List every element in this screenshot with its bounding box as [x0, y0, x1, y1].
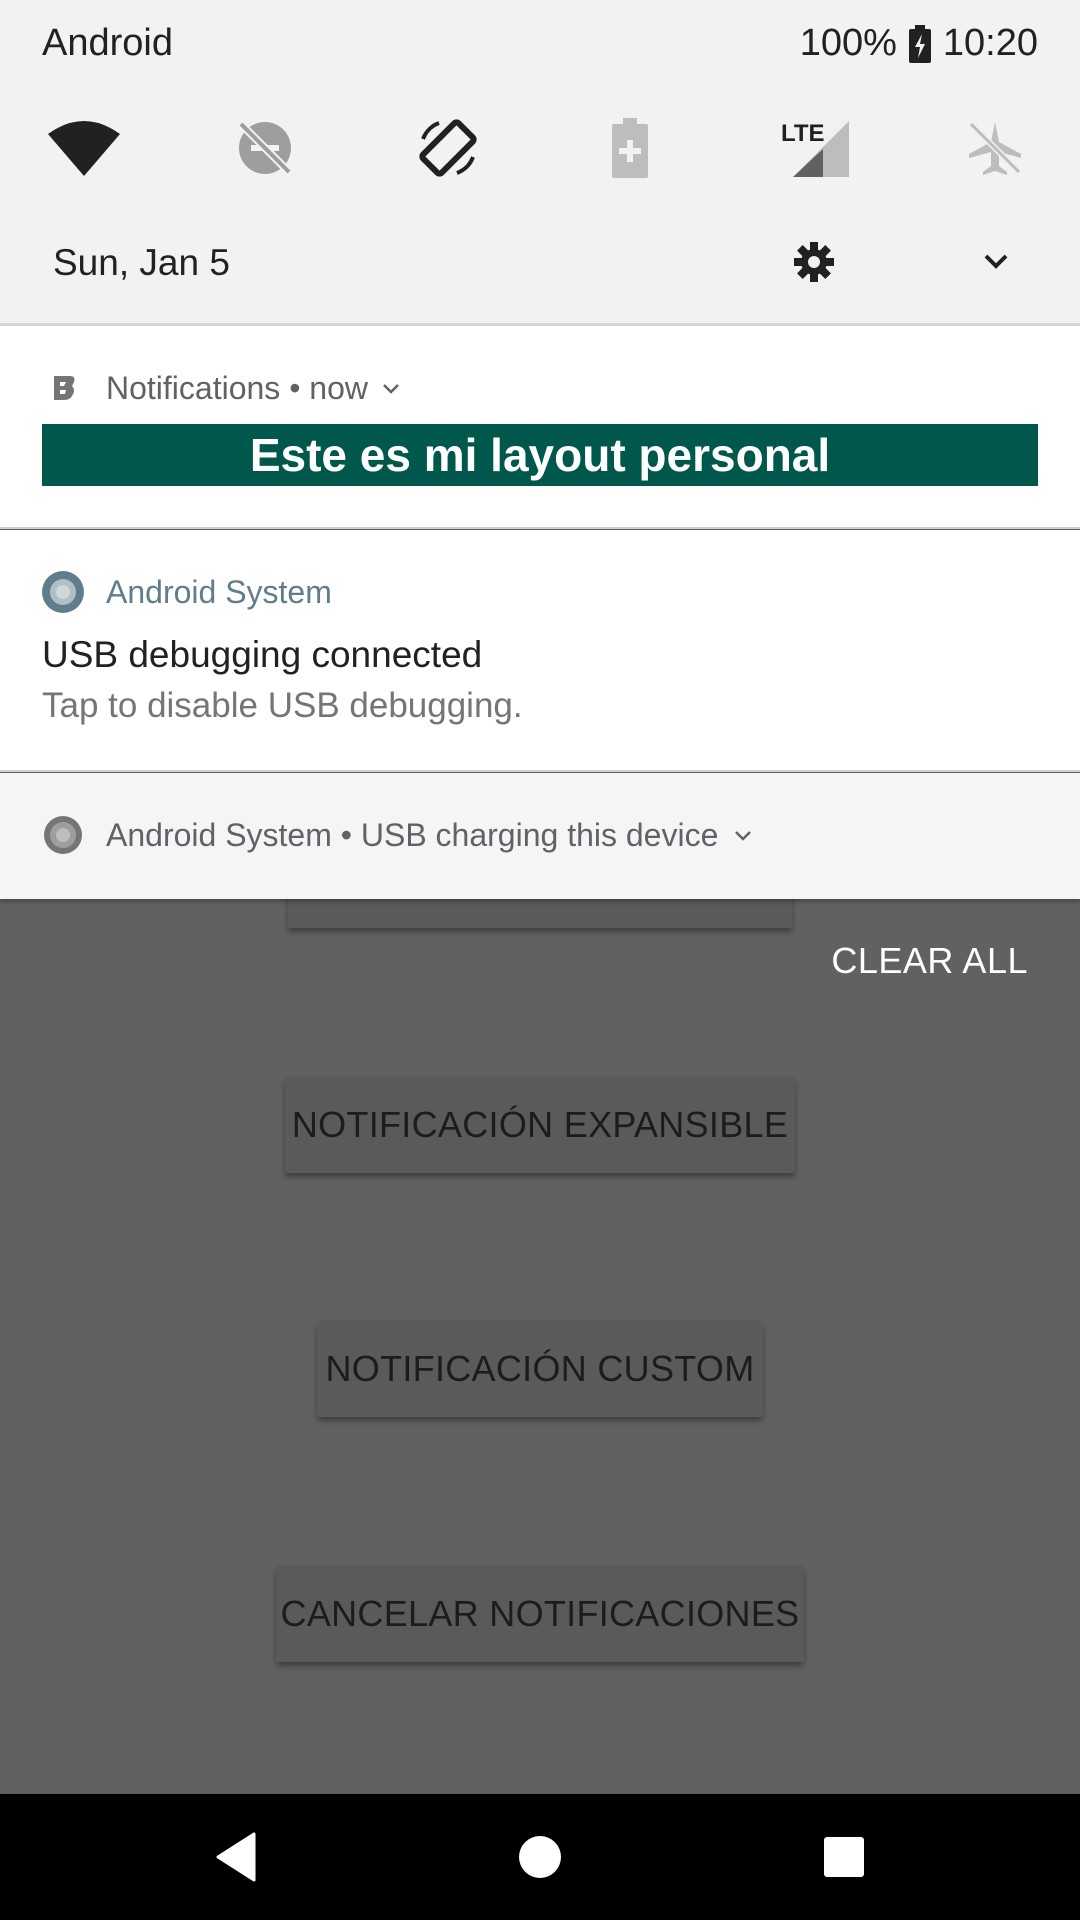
date-label: Sun, Jan 5 [53, 242, 230, 283]
notification-text: Tap to disable USB debugging. [42, 686, 523, 725]
notification-time: now [309, 369, 368, 406]
notification-header: Android System [42, 570, 332, 614]
status-indicators: 100% 10:20 [800, 22, 1038, 65]
separator-dot: • [331, 816, 361, 853]
do-not-disturb-off-icon[interactable] [225, 108, 305, 188]
airplane-mode-icon[interactable] [955, 108, 1035, 188]
cancel-notifications-button[interactable]: CANCELAR NOTIFICACIONES [276, 1566, 804, 1662]
battery-charging-icon [907, 24, 933, 63]
recents-icon[interactable] [814, 1827, 874, 1887]
android-system-icon [42, 814, 84, 856]
back-icon[interactable] [206, 1827, 266, 1887]
expandable-notification-button[interactable]: NOTIFICACIÓN EXPANSIBLE [285, 1077, 795, 1173]
separator-dot: • [280, 369, 310, 406]
clock: 10:20 [942, 22, 1038, 64]
notification-header: Notifications • now [42, 368, 402, 408]
expand-arrow-icon[interactable] [380, 377, 402, 399]
usb-debugging-notification[interactable]: Android System USB debugging connected T… [0, 530, 1080, 772]
clear-all-button[interactable]: CLEAR ALL [831, 940, 1028, 982]
status-bar: Android 100% 10:20 [0, 0, 1080, 84]
expand-chevron-icon[interactable] [976, 242, 1016, 282]
battery-percent: 100% [799, 22, 897, 64]
custom-notification-button[interactable]: NOTIFICACIÓN CUSTOM [317, 1321, 763, 1417]
notification-summary: USB charging this device [360, 816, 719, 853]
expand-arrow-icon[interactable] [732, 824, 754, 846]
app-icon [42, 368, 82, 408]
quick-settings-panel: Android 100% 10:20 LTE Sun, Jan 5 [0, 0, 1080, 323]
notification-app-name: Android System [106, 573, 332, 610]
custom-layout-banner: Este es mi layout personal [42, 424, 1038, 486]
battery-saver-icon[interactable] [590, 108, 670, 188]
custom-notification[interactable]: Notifications • now Este es mi layout pe… [0, 326, 1080, 529]
android-system-icon [42, 571, 84, 613]
lte-label: LTE [781, 120, 825, 147]
notification-app-name: Notifications [106, 369, 281, 406]
wifi-icon[interactable] [44, 108, 124, 188]
notification-app-name: Android System [106, 816, 332, 853]
quick-settings-row: LTE [0, 108, 1080, 188]
usb-charging-notification[interactable]: Android System • USB charging this devic… [0, 773, 1080, 899]
navigation-bar [0, 1794, 1080, 1920]
settings-gear-icon[interactable] [792, 240, 836, 284]
notification-title: USB debugging connected [42, 634, 483, 675]
date-row: Sun, Jan 5 [0, 232, 1080, 296]
notification-header: Android System • USB charging this devic… [42, 813, 754, 857]
lte-signal-icon[interactable]: LTE [775, 108, 855, 188]
carrier-label: Android [42, 22, 173, 64]
auto-rotate-icon[interactable] [408, 108, 488, 188]
home-icon[interactable] [510, 1827, 570, 1887]
